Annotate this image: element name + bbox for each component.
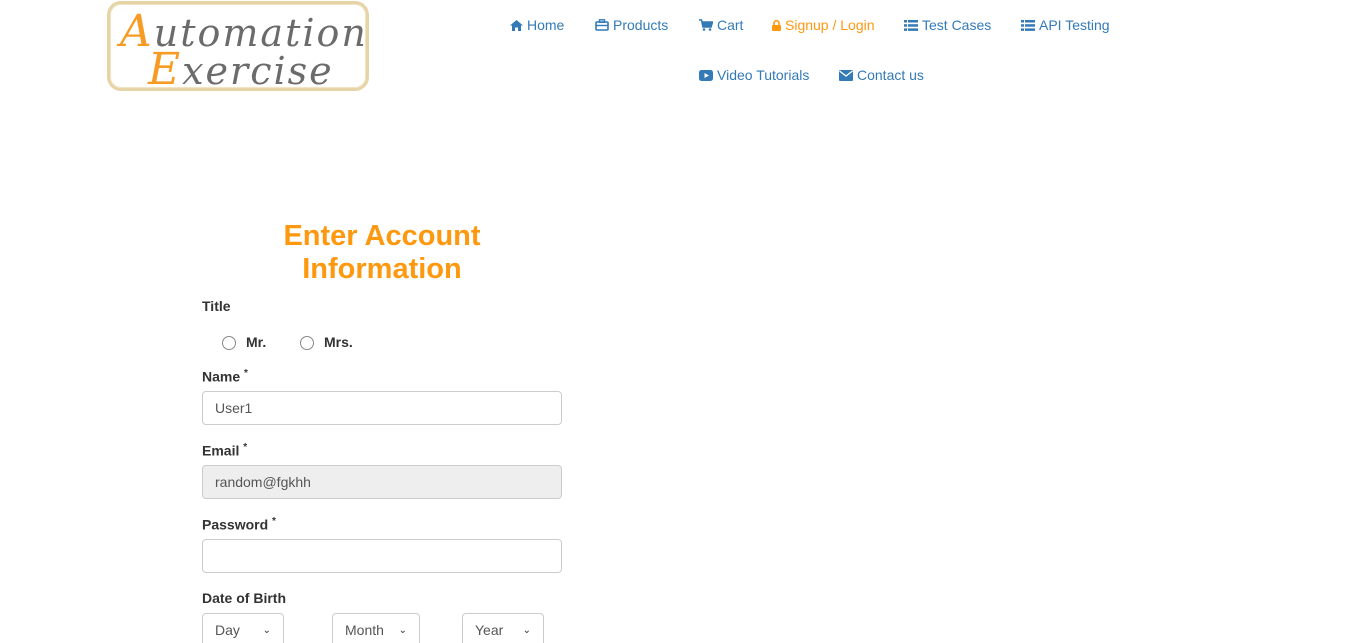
list-icon bbox=[904, 19, 918, 31]
chevron-down-icon: ⌄ bbox=[522, 624, 531, 636]
email-input[interactable]: random@fgkhh bbox=[202, 465, 562, 499]
page: Automation Exercise Home Products Cart S… bbox=[0, 0, 1366, 643]
envelope-icon bbox=[839, 69, 853, 81]
dob-day-select[interactable]: Day ⌄ bbox=[202, 613, 284, 643]
password-label: Password * bbox=[202, 516, 276, 533]
youtube-icon bbox=[699, 69, 713, 81]
lock-icon bbox=[772, 19, 781, 31]
nav-home[interactable]: Home bbox=[510, 17, 564, 33]
nav-cart[interactable]: Cart bbox=[699, 17, 743, 33]
products-icon bbox=[595, 19, 609, 31]
dob-month-select[interactable]: Month ⌄ bbox=[332, 613, 420, 643]
name-input[interactable]: User1 bbox=[202, 391, 562, 425]
title-option-mr[interactable]: Mr. bbox=[222, 333, 266, 350]
form-heading: Enter Account Information bbox=[283, 220, 481, 285]
name-label: Name * bbox=[202, 368, 248, 385]
nav-signup-login[interactable]: Signup / Login bbox=[772, 17, 875, 33]
email-label: Email * bbox=[202, 442, 248, 459]
chevron-down-icon: ⌄ bbox=[262, 624, 271, 636]
logo-line-2: Exercise bbox=[148, 44, 334, 95]
title-label: Title bbox=[202, 298, 231, 314]
home-icon bbox=[510, 19, 523, 31]
nav-video-tutorials[interactable]: Video Tutorials bbox=[699, 67, 809, 83]
list-icon bbox=[1021, 19, 1035, 31]
radio-mr[interactable] bbox=[222, 336, 236, 350]
title-option-mrs[interactable]: Mrs. bbox=[300, 333, 353, 350]
radio-mrs[interactable] bbox=[300, 336, 314, 350]
nav-test-cases[interactable]: Test Cases bbox=[904, 17, 991, 33]
dob-year-select[interactable]: Year ⌄ bbox=[462, 613, 544, 643]
cart-icon bbox=[699, 19, 713, 31]
chevron-down-icon: ⌄ bbox=[398, 624, 407, 636]
nav-api-testing[interactable]: API Testing bbox=[1021, 17, 1110, 33]
site-logo[interactable]: Automation Exercise bbox=[107, 1, 369, 95]
dob-label: Date of Birth bbox=[202, 590, 286, 606]
password-input[interactable] bbox=[202, 539, 562, 573]
nav-products[interactable]: Products bbox=[595, 17, 668, 33]
nav-contact-us[interactable]: Contact us bbox=[839, 67, 924, 83]
